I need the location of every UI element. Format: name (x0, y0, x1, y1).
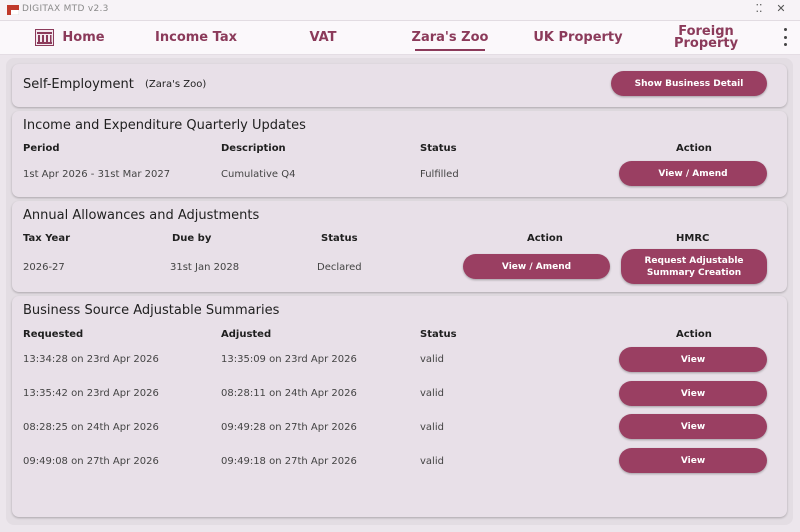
summary-status: valid (420, 388, 444, 399)
annual-tax-year: 2026-27 (23, 262, 65, 273)
view-button[interactable]: View (619, 448, 767, 473)
self-employment-card: Self-Employment (Zara's Zoo) Show Busine… (12, 64, 787, 107)
summary-requested: 13:34:28 on 23rd Apr 2026 (23, 354, 159, 365)
tab-income-tax-label: Income Tax (155, 29, 237, 45)
quarterly-period: 1st Apr 2026 - 31st Mar 2027 (23, 169, 171, 180)
header-status: Status (420, 329, 457, 340)
view-label: View (680, 421, 706, 432)
header-tax-year: Tax Year (23, 233, 70, 244)
kebab-menu-icon[interactable] (782, 28, 788, 46)
quarterly-title: Income and Expenditure Quarterly Updates (23, 118, 306, 133)
header-action: Action (676, 329, 712, 340)
summary-requested: 08:28:25 on 24th Apr 2026 (23, 422, 159, 433)
tab-home-label: Home (62, 29, 105, 45)
tab-zaras-zoo-label: Zara's Zoo (411, 29, 489, 45)
header-action: Action (527, 233, 563, 244)
tab-vat-label: VAT (309, 29, 337, 45)
show-business-detail-label: Show Business Detail (634, 78, 744, 89)
tab-home[interactable]: Home (30, 21, 110, 54)
annual-allowances-card: Annual Allowances and Adjustments Tax Ye… (12, 201, 787, 292)
header-action: Action (676, 143, 712, 154)
view-label: View (680, 455, 706, 466)
view-label: View (680, 354, 706, 365)
summary-status: valid (420, 456, 444, 467)
summaries-title: Business Source Adjustable Summaries (23, 303, 280, 318)
summary-status: valid (420, 422, 444, 433)
summary-requested: 09:49:08 on 27th Apr 2026 (23, 456, 159, 467)
summary-status: valid (420, 354, 444, 365)
quarterly-description: Cumulative Q4 (221, 169, 296, 180)
adjustable-summaries-card: Business Source Adjustable Summaries Req… (12, 296, 787, 517)
quarterly-status: Fulfilled (420, 169, 459, 180)
summary-adjusted: 13:35:09 on 23rd Apr 2026 (221, 354, 357, 365)
header-hmrc: HMRC (676, 233, 710, 244)
building-icon (35, 29, 55, 46)
header-status: Status (321, 233, 358, 244)
header-period: Period (23, 143, 60, 154)
request-adjustable-label-line1: Request Adjustable (644, 255, 744, 266)
tab-uk-property[interactable]: UK Property (530, 21, 626, 54)
tab-foreign-property-label: Foreign Property (673, 23, 739, 51)
summary-adjusted: 09:49:28 on 27th Apr 2026 (221, 422, 357, 433)
header-due-by: Due by (172, 233, 212, 244)
annual-status: Declared (317, 262, 362, 273)
quarterly-updates-card: Income and Expenditure Quarterly Updates… (12, 111, 787, 197)
tab-vat[interactable]: VAT (293, 21, 353, 54)
annual-view-amend-label: View / Amend (501, 261, 572, 272)
summary-adjusted: 08:28:11 on 24th Apr 2026 (221, 388, 357, 399)
view-label: View (680, 388, 706, 399)
annual-title: Annual Allowances and Adjustments (23, 208, 260, 223)
minimize-icon[interactable]: ⁚⁚ (752, 2, 766, 15)
self-employment-title: Self-Employment (23, 77, 134, 92)
view-button[interactable]: View (619, 381, 767, 406)
tab-foreign-property[interactable]: Foreign Property (666, 21, 746, 54)
main-nav: Home Income Tax VAT Zara's Zoo UK Proper… (0, 21, 800, 55)
request-adjustable-summary-button[interactable]: Request Adjustable Summary Creation (621, 249, 767, 284)
header-description: Description (221, 143, 286, 154)
tab-income-tax[interactable]: Income Tax (150, 21, 242, 54)
header-status: Status (420, 143, 457, 154)
annual-view-amend-button[interactable]: View / Amend (463, 254, 610, 279)
window-titlebar: DIGITAX MTD v2.3 ⁚⁚ ✕ (0, 0, 800, 21)
summary-adjusted: 09:49:18 on 27th Apr 2026 (221, 456, 357, 467)
quarterly-view-amend-button[interactable]: View / Amend (619, 161, 767, 186)
view-button[interactable]: View (619, 347, 767, 372)
request-adjustable-label-line2: Summary Creation (646, 267, 742, 278)
annual-due-by: 31st Jan 2028 (170, 262, 240, 273)
view-button[interactable]: View (619, 414, 767, 439)
header-requested: Requested (23, 329, 84, 340)
tab-zaras-zoo[interactable]: Zara's Zoo (411, 21, 489, 54)
close-icon[interactable]: ✕ (774, 2, 788, 15)
summary-requested: 13:35:42 on 23rd Apr 2026 (23, 388, 159, 399)
header-adjusted: Adjusted (221, 329, 272, 340)
business-name: (Zara's Zoo) (145, 79, 207, 90)
quarterly-view-amend-label: View / Amend (658, 168, 728, 179)
show-business-detail-button[interactable]: Show Business Detail (611, 71, 767, 96)
flag-icon (7, 5, 19, 15)
tab-uk-property-label: UK Property (533, 29, 623, 45)
window-title: DIGITAX MTD v2.3 (22, 4, 109, 14)
